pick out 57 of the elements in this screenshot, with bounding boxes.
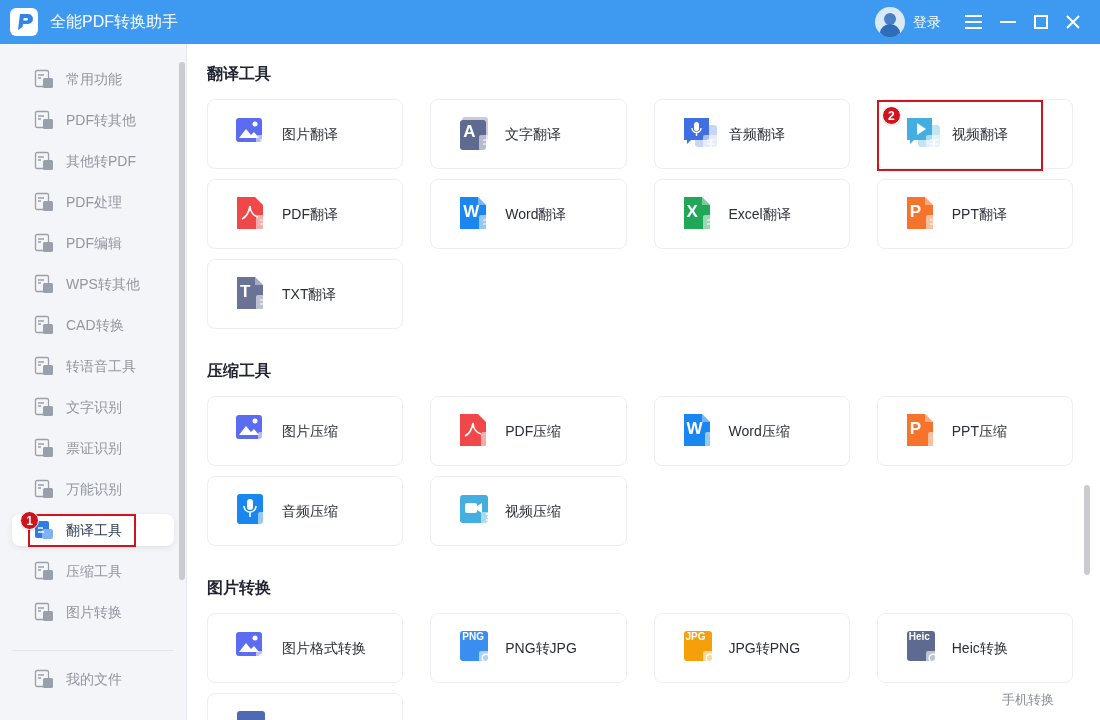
- document-icon: [34, 192, 54, 212]
- document-icon: [34, 110, 54, 130]
- icon-label: A: [463, 123, 476, 140]
- tool-card[interactable]: PDF翻译: [207, 179, 404, 249]
- document-icon: [34, 69, 54, 89]
- window-title: 全能PDF转换助手: [50, 12, 178, 32]
- tool-card[interactable]: P PPT翻译: [876, 179, 1073, 249]
- tool-card[interactable]: 视频压缩: [430, 476, 627, 546]
- maximize-icon[interactable]: [1034, 15, 1048, 29]
- app-logo: [10, 8, 38, 36]
- icon-label: W: [463, 203, 480, 220]
- phone-convert-link[interactable]: 手机转换: [1002, 689, 1054, 709]
- icon-label: W: [686, 420, 703, 437]
- tool-card[interactable]: PDF压缩: [430, 396, 627, 466]
- icon-label: Heic: [908, 632, 930, 642]
- document-icon: [34, 315, 54, 335]
- document-icon: [34, 602, 54, 622]
- tool-card[interactable]: 视频翻译 2: [876, 99, 1073, 169]
- section-title: 图片转换: [207, 578, 272, 598]
- icon-label: P: [909, 203, 922, 220]
- tool-card[interactable]: Heic Heic转换: [876, 613, 1073, 683]
- document-icon: [34, 233, 54, 253]
- document-icon: [34, 151, 54, 171]
- icon-label: T: [240, 283, 251, 300]
- tool-card[interactable]: W Word翻译: [430, 179, 627, 249]
- section-title: 翻译工具: [207, 64, 272, 84]
- tool-card[interactable]: T TXT翻译: [207, 259, 404, 329]
- icon-label: P: [909, 420, 922, 437]
- tool-card[interactable]: 图片格式转换: [207, 613, 404, 683]
- tool-card[interactable]: 图片压缩: [207, 396, 404, 466]
- tool-card[interactable]: A 文字翻译: [430, 99, 627, 169]
- document-icon: [34, 274, 54, 294]
- tool-card[interactable]: PNG PNG转JPG: [430, 613, 627, 683]
- step-number: 1: [20, 511, 39, 530]
- close-icon[interactable]: [1066, 15, 1080, 29]
- tool-card[interactable]: JPG JPG转PNG: [653, 613, 850, 683]
- document-icon: [34, 397, 54, 417]
- icon-label: X: [686, 203, 698, 220]
- document-icon: [34, 356, 54, 376]
- document-icon: [34, 669, 54, 689]
- tool-card[interactable]: 图片翻译: [207, 99, 404, 169]
- tool-card[interactable]: X Excel翻译: [653, 179, 850, 249]
- sidebar-item[interactable]: 翻译工具 1: [12, 514, 174, 546]
- document-icon: [34, 479, 54, 499]
- tool-card[interactable]: 音频压缩: [207, 476, 404, 546]
- icon-label: JPG: [685, 632, 706, 642]
- translate-icon: [34, 520, 54, 540]
- menu-icon[interactable]: [965, 15, 982, 29]
- section-title: 压缩工具: [207, 361, 272, 381]
- document-icon: [34, 561, 54, 581]
- avatar-icon[interactable]: [875, 7, 905, 37]
- tool-card[interactable]: 音频翻译: [653, 99, 850, 169]
- step-number: 2: [881, 106, 901, 125]
- icon-label: PNG: [462, 632, 484, 642]
- tool-card[interactable]: W Word压缩: [653, 396, 850, 466]
- tool-card[interactable]: P PPT压缩: [876, 396, 1073, 466]
- document-icon: [34, 438, 54, 458]
